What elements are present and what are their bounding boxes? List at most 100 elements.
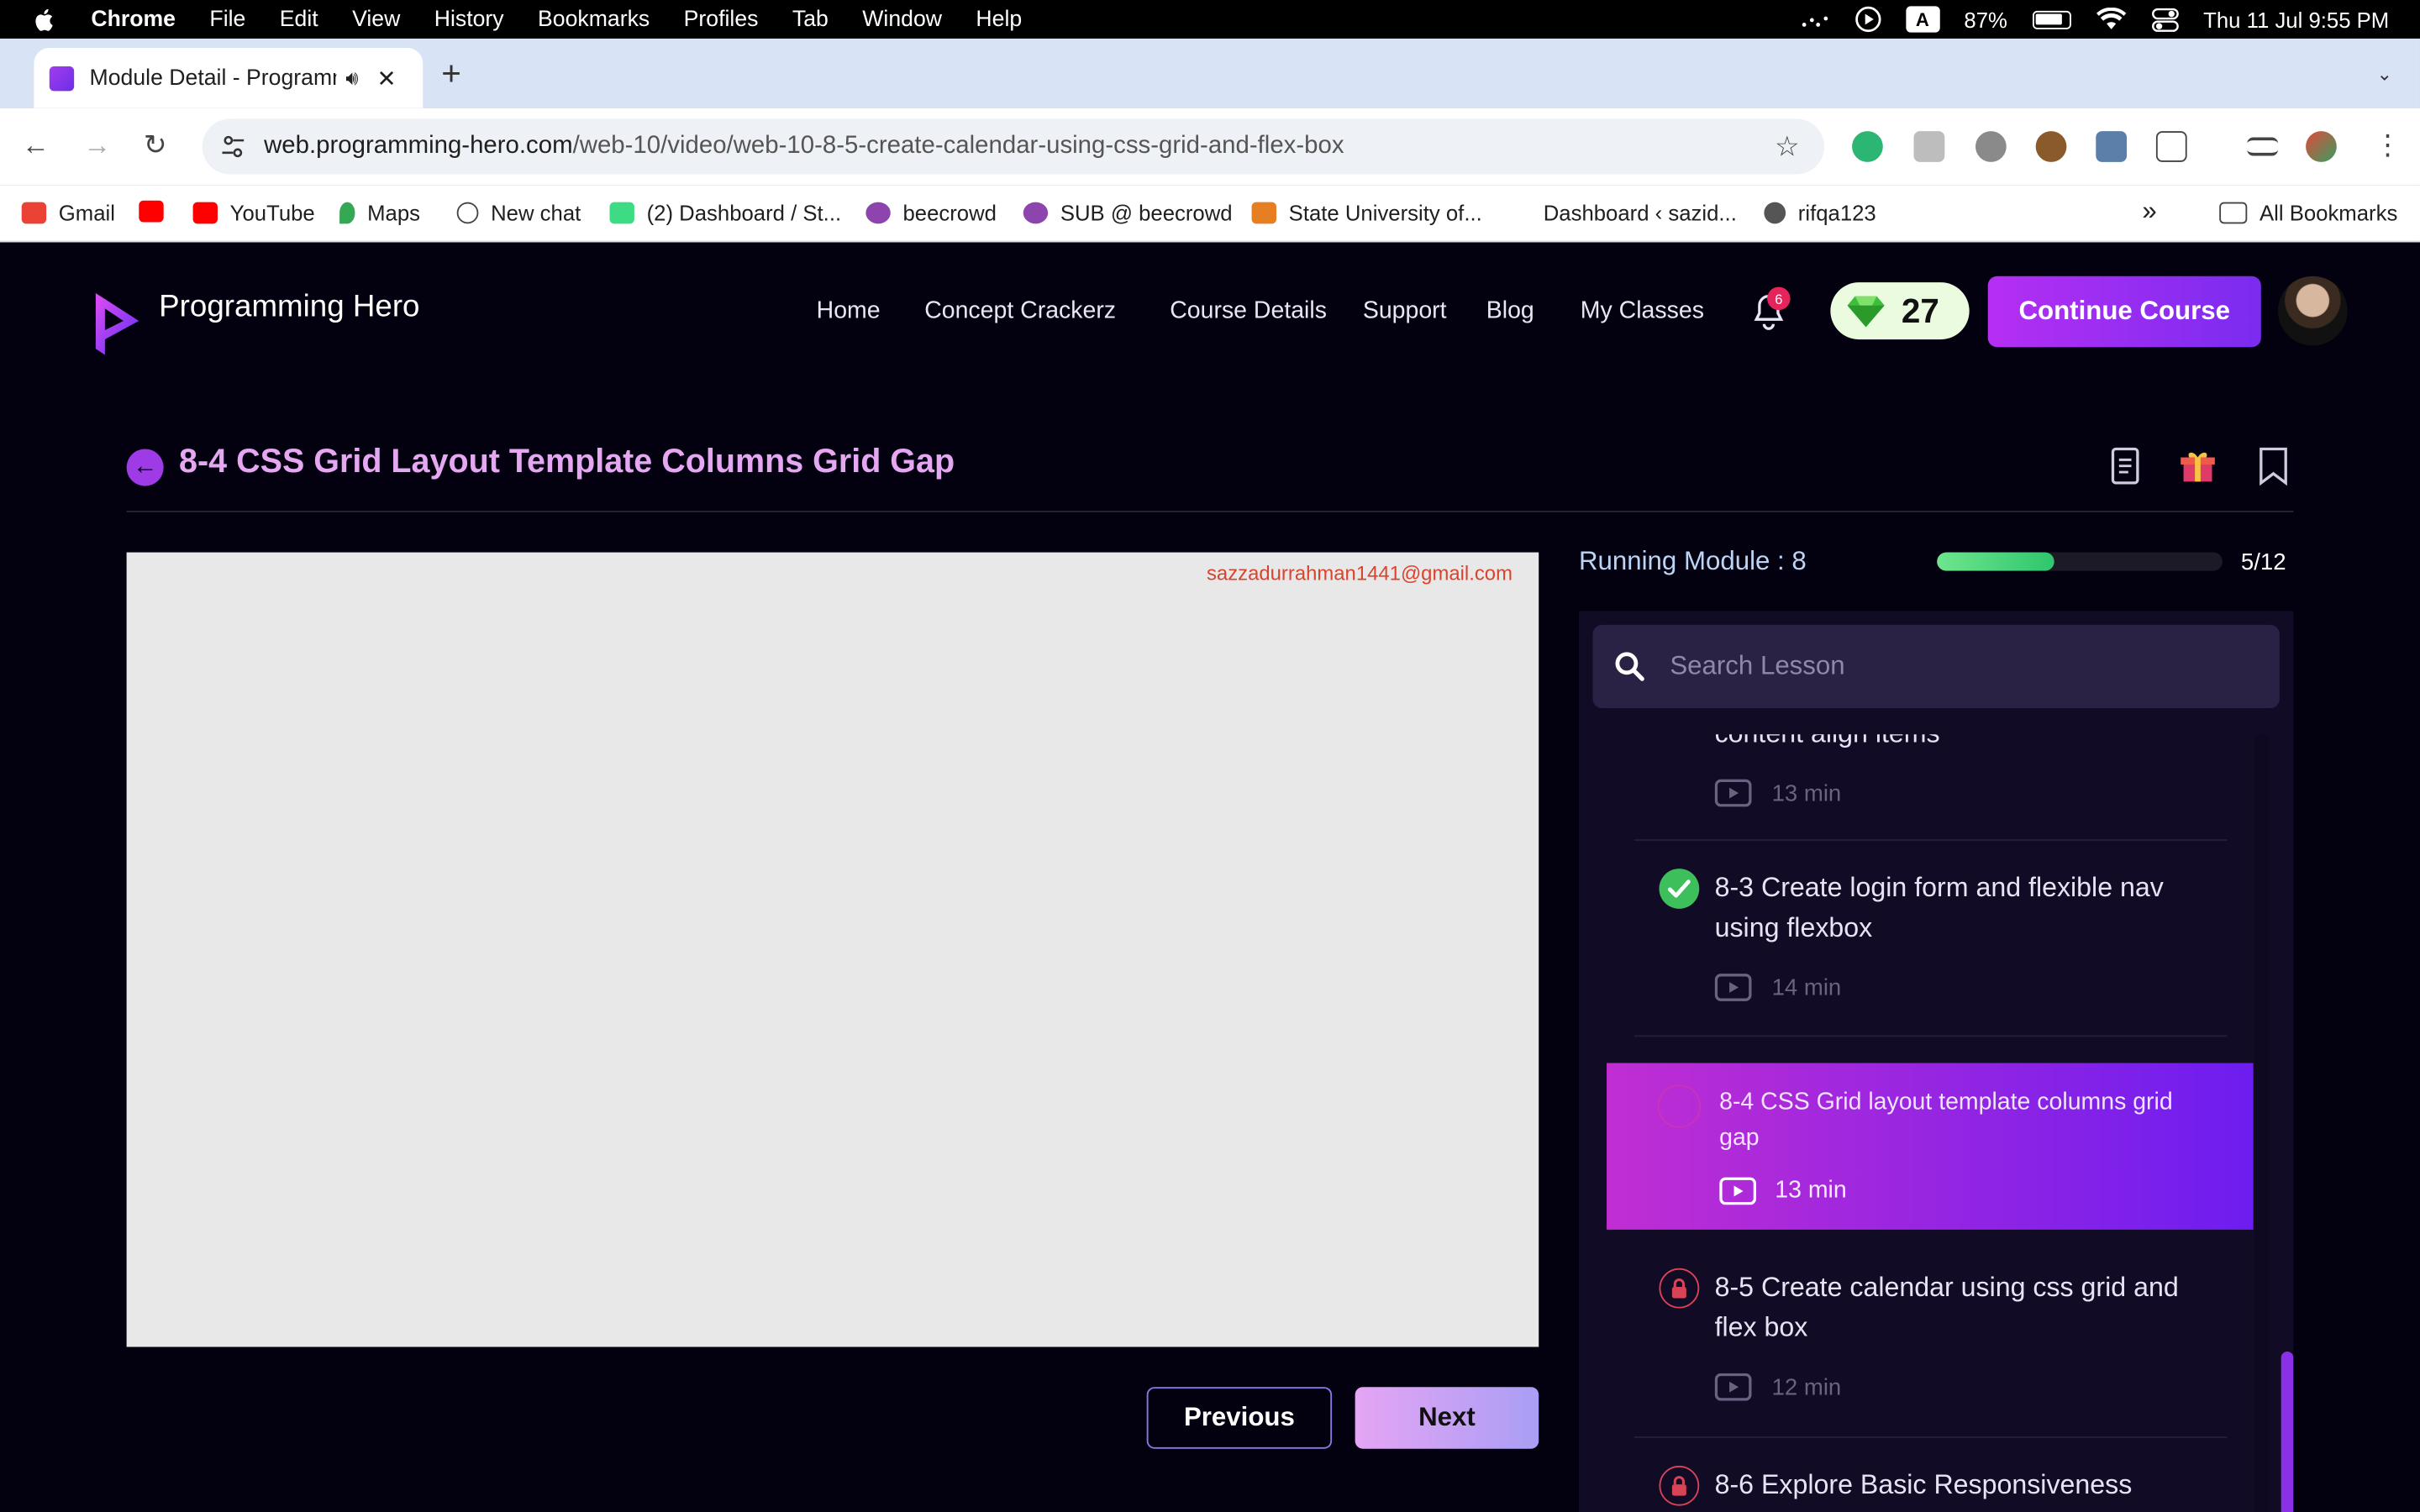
site-settings-icon[interactable] — [221, 134, 245, 159]
bookmark-star-icon[interactable]: ☆ — [1775, 131, 1800, 164]
back-arrow-icon[interactable]: ← — [126, 449, 164, 486]
close-tab-icon[interactable]: ✕ — [377, 64, 397, 92]
lesson-item[interactable]: 8-5 Create calendar using css grid and f… — [1634, 1267, 2227, 1436]
extension-camera-icon[interactable] — [1913, 131, 1945, 162]
menu-bookmarks[interactable]: Bookmarks — [538, 7, 650, 31]
lesson-item[interactable]: 8-3 Create login form and flexible nav u… — [1634, 867, 2227, 1037]
bookmark-sub-beecrowd[interactable]: SUB @ beecrowd — [1023, 201, 1233, 225]
nav-home[interactable]: Home — [817, 297, 881, 325]
clock[interactable]: Thu 11 Jul 9:55 PM — [2203, 7, 2389, 31]
programming-hero-logo-icon[interactable] — [87, 287, 145, 355]
bookmark-label: beecrowd — [902, 200, 997, 226]
video-player[interactable]: sazzadurrahman1441@gmail.com — [126, 552, 1539, 1347]
bookmark-new-chat[interactable]: New chat — [456, 201, 581, 225]
extension-wordpress-icon[interactable] — [1975, 131, 2007, 162]
bookmark-youtube-icon-only[interactable] — [139, 200, 176, 223]
menu-profiles[interactable]: Profiles — [684, 7, 759, 31]
control-center-icon[interactable] — [2151, 7, 2179, 32]
nav-course-details[interactable]: Course Details — [1170, 297, 1327, 325]
menu-help[interactable]: Help — [976, 7, 1022, 31]
university-icon — [1251, 202, 1276, 224]
address-bar[interactable]: web.programming-hero.com/web-10/video/we… — [202, 118, 1825, 175]
lesson-search[interactable] — [1592, 624, 2280, 709]
play-circle-icon[interactable] — [1854, 6, 1881, 33]
site-brand[interactable]: Programming Hero — [159, 290, 419, 325]
reload-icon[interactable]: ↻ — [144, 129, 167, 162]
lesson-title: 8-3 Create login form and flexible nav u… — [1714, 871, 2164, 943]
duration-text: 13 min — [1775, 1177, 1847, 1204]
lesson-duration: 12 min — [1714, 1373, 1841, 1401]
chrome-menu-icon[interactable]: ⋮ — [2374, 129, 2402, 162]
lesson-list-scrolltrack[interactable] — [2254, 734, 2269, 1512]
nav-concept-crackerz[interactable]: Concept Crackerz — [924, 297, 1116, 325]
menu-history[interactable]: History — [434, 7, 504, 31]
duration-text: 14 min — [1771, 974, 1842, 1001]
lesson-duration: 13 min — [1714, 779, 1842, 807]
menu-window[interactable]: Window — [862, 7, 942, 31]
module-progress-fill — [1937, 552, 2054, 571]
next-button[interactable]: Next — [1355, 1387, 1539, 1449]
more-bookmarks-chevron-icon[interactable]: » — [2142, 196, 2156, 227]
search-input[interactable] — [1670, 651, 2226, 682]
tab-active[interactable]: Module Detail - Programming Hero 🔊︎ ✕ — [34, 47, 424, 108]
bookmark-maps[interactable]: Maps — [339, 201, 420, 225]
previous-button[interactable]: Previous — [1146, 1387, 1333, 1449]
profile-avatar-icon[interactable] — [2306, 131, 2337, 162]
bookmark-icon[interactable] — [2254, 446, 2291, 486]
nav-my-classes[interactable]: My Classes — [1581, 297, 1704, 325]
dots-status-icon[interactable] — [1799, 8, 1830, 30]
bookmark-label: Maps — [367, 200, 421, 226]
extension-grammarly-icon[interactable] — [1852, 131, 1883, 162]
bookmark-state-university[interactable]: State University of... — [1251, 200, 1482, 226]
nav-support[interactable]: Support — [1363, 297, 1447, 325]
nav-blog[interactable]: Blog — [1486, 297, 1534, 325]
bookmark-gmail[interactable]: Gmail — [21, 201, 115, 225]
notes-icon[interactable] — [2107, 446, 2144, 486]
extension-screenshot-icon[interactable] — [2096, 131, 2128, 162]
forward-arrow-icon[interactable]: → — [83, 129, 111, 162]
input-source-indicator[interactable]: A — [1905, 6, 1940, 33]
lesson-item[interactable]: content align items 13 min — [1634, 734, 2227, 854]
gift-icon[interactable] — [2179, 446, 2216, 486]
extension-cookie-icon[interactable] — [2035, 131, 2067, 162]
duration-text: 13 min — [1771, 780, 1842, 806]
title-divider — [126, 510, 2294, 512]
all-bookmarks[interactable]: All Bookmarks — [2219, 201, 2397, 225]
tab-search-chevron-icon[interactable]: ⌄ — [2368, 57, 2402, 91]
bookmark-beecrowd[interactable]: beecrowd — [865, 201, 997, 225]
continue-course-button[interactable]: Continue Course — [1987, 276, 2261, 348]
wifi-icon[interactable] — [2096, 8, 2127, 31]
lesson-sidebar: content align items 13 min 8-3 Create lo… — [1578, 611, 2294, 1512]
bookmark-youtube[interactable]: YouTube — [192, 200, 315, 226]
menu-app-name[interactable]: Chrome — [91, 7, 176, 31]
lesson-title: content align items — [1715, 734, 2224, 753]
menu-tab[interactable]: Tab — [792, 7, 829, 31]
bookmark-dashboard-sazid[interactable]: Dashboard ‹ sazid... — [1544, 201, 1737, 225]
menu-view[interactable]: View — [352, 7, 400, 31]
user-avatar[interactable] — [2278, 276, 2348, 346]
gems-count: 27 — [1901, 291, 1939, 330]
module-progress-count: 5/12 — [2240, 549, 2286, 576]
lesson-list-scrollbar[interactable] — [2281, 1351, 2294, 1512]
lesson-divider — [1634, 839, 2228, 842]
new-tab-icon[interactable]: + — [441, 54, 461, 94]
youtube-icon — [192, 202, 218, 224]
tab-strip: Module Detail - Programming Hero 🔊︎ ✕ + … — [0, 38, 2420, 108]
menu-file[interactable]: File — [209, 7, 245, 31]
speaker-icon[interactable]: 🔊︎ — [345, 66, 358, 90]
lesson-item[interactable]: 8-6 Explore Basic Responsiveness — [1634, 1464, 2227, 1512]
menu-edit[interactable]: Edit — [280, 7, 318, 31]
gems-counter[interactable]: 27 — [1830, 282, 1970, 340]
battery-percent: 87% — [1964, 7, 2007, 32]
bookmark-label: State University of... — [1288, 200, 1482, 226]
back-arrow-icon[interactable]: ← — [22, 129, 50, 162]
extensions-puzzle-icon[interactable] — [2155, 131, 2187, 162]
bookmark-dashboard-st[interactable]: (2) Dashboard / St... — [609, 201, 841, 225]
bookmark-rifqa[interactable]: rifqa123 — [1764, 201, 1876, 225]
media-control-icon[interactable] — [2247, 137, 2279, 156]
bookmark-label: YouTube — [229, 200, 315, 226]
lesson-item-active[interactable]: 8-4 CSS Grid layout template columns gri… — [1607, 1063, 2254, 1230]
apple-icon[interactable] — [31, 5, 59, 33]
notification-count-badge: 6 — [1767, 286, 1791, 311]
battery-icon[interactable] — [2032, 9, 2071, 29]
